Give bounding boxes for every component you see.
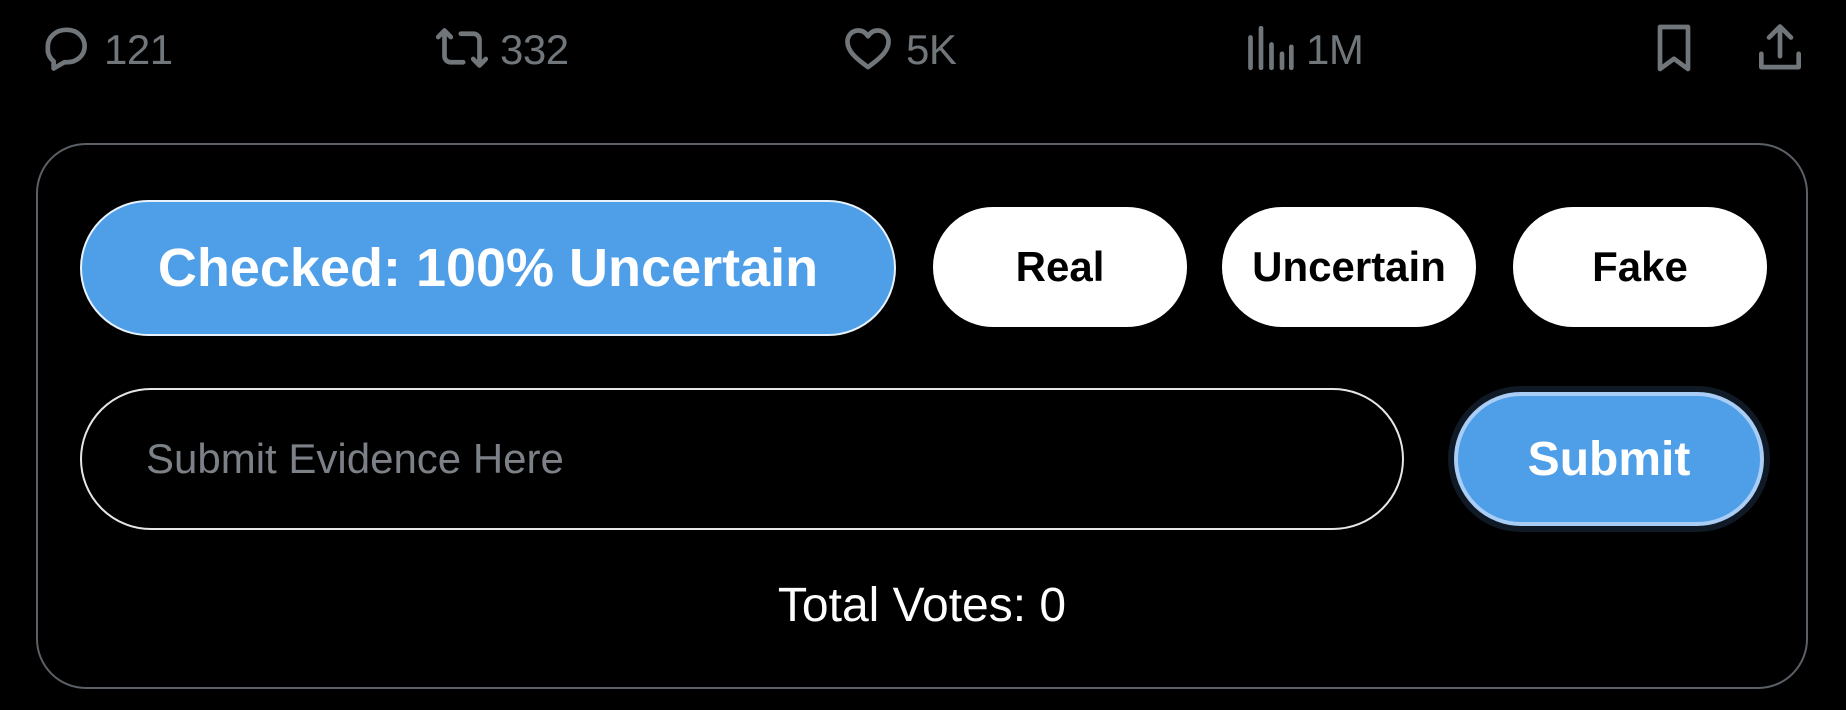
total-votes-label: Total Votes: 0 [777, 579, 1067, 632]
bookmark-icon [1646, 20, 1702, 81]
repost-icon [434, 20, 490, 81]
check-status-badge: Checked: 100% Uncertain [80, 200, 896, 336]
vote-uncertain-button[interactable]: Uncertain [1222, 207, 1476, 327]
views-icon [1240, 20, 1296, 81]
like-button[interactable]: 5K [840, 20, 957, 81]
evidence-input[interactable] [80, 388, 1404, 530]
bookmark-button[interactable] [1646, 20, 1702, 80]
share-button[interactable] [1752, 20, 1808, 80]
reply-button[interactable]: 121 [38, 20, 173, 80]
views-button[interactable]: 1M [1240, 20, 1364, 81]
repost-count: 332 [500, 26, 569, 73]
vote-fake-button[interactable]: Fake [1513, 207, 1767, 327]
vote-real-button[interactable]: Real [933, 207, 1187, 327]
reply-count: 121 [104, 26, 173, 73]
submit-button[interactable]: Submit [1454, 392, 1764, 526]
repost-button[interactable]: 332 [434, 20, 569, 80]
views-count: 1M [1306, 26, 1364, 73]
heart-icon [840, 20, 896, 81]
like-count: 5K [906, 26, 957, 73]
post-action-bar: 121 332 5K 1M [0, 0, 1846, 100]
share-icon [1752, 20, 1808, 81]
reply-icon [38, 20, 94, 81]
